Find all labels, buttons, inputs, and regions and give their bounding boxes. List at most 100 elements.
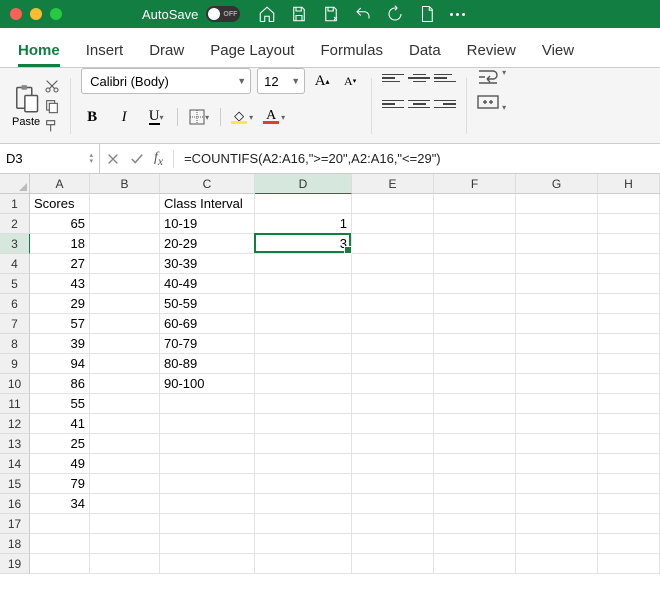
- increase-font-icon[interactable]: A▴: [311, 70, 333, 92]
- cell-F2[interactable]: [434, 214, 516, 234]
- font-name-select[interactable]: Calibri (Body)▼: [81, 68, 251, 94]
- cut-icon[interactable]: [44, 78, 60, 94]
- save-as-icon[interactable]: [322, 5, 340, 23]
- cell-B7[interactable]: [90, 314, 160, 334]
- cell-E12[interactable]: [352, 414, 434, 434]
- cell-C6[interactable]: 50-59: [160, 294, 255, 314]
- cell-F8[interactable]: [434, 334, 516, 354]
- fill-color-button[interactable]: ◇▾: [231, 106, 253, 128]
- cell-A7[interactable]: 57: [30, 314, 90, 334]
- cell-D7[interactable]: [255, 314, 352, 334]
- row-header[interactable]: 8: [0, 334, 30, 354]
- cell-D4[interactable]: [255, 254, 352, 274]
- tab-formulas[interactable]: Formulas: [320, 42, 383, 67]
- cell-D18[interactable]: [255, 534, 352, 554]
- maximize-window-icon[interactable]: [50, 8, 62, 20]
- cancel-formula-icon[interactable]: [106, 152, 120, 166]
- cell-C8[interactable]: 70-79: [160, 334, 255, 354]
- cell-F6[interactable]: [434, 294, 516, 314]
- align-center-button[interactable]: [408, 94, 430, 114]
- cell-G11[interactable]: [516, 394, 598, 414]
- cell-A1[interactable]: Scores: [30, 194, 90, 214]
- borders-button[interactable]: ▾: [188, 106, 210, 128]
- cell-C10[interactable]: 90-100: [160, 374, 255, 394]
- cell-D5[interactable]: [255, 274, 352, 294]
- cell-A4[interactable]: 27: [30, 254, 90, 274]
- row-header[interactable]: 3: [0, 234, 30, 254]
- column-header[interactable]: C: [160, 174, 255, 194]
- row-header[interactable]: 11: [0, 394, 30, 414]
- cell-E9[interactable]: [352, 354, 434, 374]
- cell-E1[interactable]: [352, 194, 434, 214]
- cell-F10[interactable]: [434, 374, 516, 394]
- cell-B9[interactable]: [90, 354, 160, 374]
- row-header[interactable]: 4: [0, 254, 30, 274]
- cell-H4[interactable]: [598, 254, 660, 274]
- row-header[interactable]: 15: [0, 474, 30, 494]
- cell-E6[interactable]: [352, 294, 434, 314]
- cell-E4[interactable]: [352, 254, 434, 274]
- more-icon[interactable]: [450, 5, 465, 23]
- font-color-button[interactable]: A▾: [263, 106, 285, 128]
- row-header[interactable]: 5: [0, 274, 30, 294]
- row-header[interactable]: 14: [0, 454, 30, 474]
- cell-G4[interactable]: [516, 254, 598, 274]
- cell-C9[interactable]: 80-89: [160, 354, 255, 374]
- row-header[interactable]: 1: [0, 194, 30, 214]
- tab-draw[interactable]: Draw: [149, 42, 184, 67]
- cell-C7[interactable]: 60-69: [160, 314, 255, 334]
- home-icon[interactable]: [258, 5, 276, 23]
- cell-A8[interactable]: 39: [30, 334, 90, 354]
- cell-D1[interactable]: [255, 194, 352, 214]
- cell-G8[interactable]: [516, 334, 598, 354]
- row-header[interactable]: 17: [0, 514, 30, 534]
- cell-B1[interactable]: [90, 194, 160, 214]
- save-icon[interactable]: [290, 5, 308, 23]
- cell-E18[interactable]: [352, 534, 434, 554]
- cell-H15[interactable]: [598, 474, 660, 494]
- row-header[interactable]: 7: [0, 314, 30, 334]
- cell-F5[interactable]: [434, 274, 516, 294]
- cell-D15[interactable]: [255, 474, 352, 494]
- row-header[interactable]: 16: [0, 494, 30, 514]
- column-header[interactable]: A: [30, 174, 90, 194]
- cell-F19[interactable]: [434, 554, 516, 574]
- cell-E13[interactable]: [352, 434, 434, 454]
- cell-D10[interactable]: [255, 374, 352, 394]
- cell-F16[interactable]: [434, 494, 516, 514]
- cell-H8[interactable]: [598, 334, 660, 354]
- cell-C13[interactable]: [160, 434, 255, 454]
- cell-H3[interactable]: [598, 234, 660, 254]
- cell-B17[interactable]: [90, 514, 160, 534]
- row-header[interactable]: 19: [0, 554, 30, 574]
- cell-E5[interactable]: [352, 274, 434, 294]
- cell-C2[interactable]: 10-19: [160, 214, 255, 234]
- cell-C18[interactable]: [160, 534, 255, 554]
- copy-icon[interactable]: [44, 98, 60, 114]
- redo-icon[interactable]: [386, 5, 404, 23]
- new-file-icon[interactable]: [418, 5, 436, 23]
- align-right-button[interactable]: [434, 94, 456, 114]
- cell-B13[interactable]: [90, 434, 160, 454]
- cell-F9[interactable]: [434, 354, 516, 374]
- cell-H7[interactable]: [598, 314, 660, 334]
- autosave-toggle[interactable]: AutoSave OFF: [142, 6, 240, 22]
- name-box[interactable]: D3 ▴▾: [0, 144, 100, 173]
- align-middle-button[interactable]: [408, 68, 430, 88]
- cell-B14[interactable]: [90, 454, 160, 474]
- cell-B19[interactable]: [90, 554, 160, 574]
- cell-C15[interactable]: [160, 474, 255, 494]
- cell-E3[interactable]: [352, 234, 434, 254]
- cell-C4[interactable]: 30-39: [160, 254, 255, 274]
- cell-F7[interactable]: [434, 314, 516, 334]
- cell-C14[interactable]: [160, 454, 255, 474]
- merge-button[interactable]: ▾: [477, 94, 506, 113]
- cell-G2[interactable]: [516, 214, 598, 234]
- cell-A14[interactable]: 49: [30, 454, 90, 474]
- cell-G16[interactable]: [516, 494, 598, 514]
- tab-home[interactable]: Home: [18, 42, 60, 67]
- minimize-window-icon[interactable]: [30, 8, 42, 20]
- cell-A2[interactable]: 65: [30, 214, 90, 234]
- cell-D3[interactable]: 3: [255, 234, 352, 254]
- cell-H19[interactable]: [598, 554, 660, 574]
